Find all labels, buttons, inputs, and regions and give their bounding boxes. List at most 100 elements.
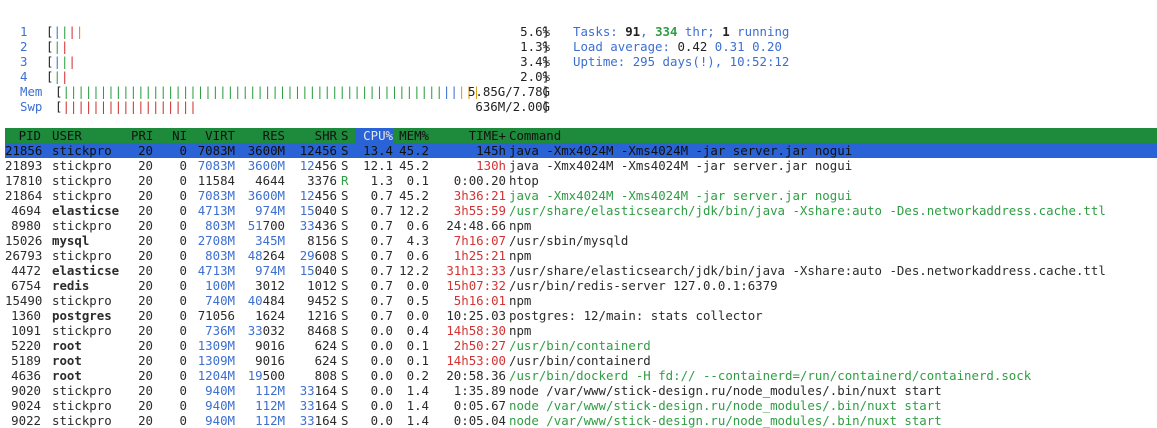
cell-cmd: npm [509, 248, 532, 263]
process-row[interactable]: 17810 stickpro 20 0 11584 4644 3376 R 1.3 0.1 0:00… [5, 173, 1157, 188]
cell-time: 10:25.03 [446, 308, 506, 323]
cell-mem: 0.5 [406, 293, 429, 308]
cell-cpu: 1.3 [370, 173, 393, 188]
col-res[interactable]: RES [243, 128, 285, 143]
cell-ni: 0 [179, 188, 187, 203]
cell-user: stickpro [52, 413, 112, 428]
cell-shr: 33164 [299, 383, 337, 398]
process-row[interactable]: 9020 stickpro 20 0 940M 112M 33164 S 0.0 1.4 1:35.… [5, 383, 1157, 398]
cell-shr: 33164 [299, 413, 337, 428]
cell-pri: 20 [138, 248, 153, 263]
mem-label: Mem [20, 84, 43, 99]
cell-res: 40484 [247, 293, 285, 308]
cell-cmd: node /var/www/stick-design.ru/node_modul… [509, 398, 942, 413]
cell-pid: 5189 [11, 353, 41, 368]
cell-mem: 45.2 [399, 158, 429, 173]
process-row[interactable]: 21856 stickpro 20 0 7083M 3600M 12456 S 13.4 45.2… [5, 143, 1157, 158]
cell-user: redis [52, 278, 90, 293]
process-row[interactable]: 8980 stickpro 20 0 803M 51700 33436 S 0.7 0.6 24:4… [5, 218, 1157, 233]
cell-res: 3600M [247, 143, 285, 158]
col-state[interactable]: S [341, 128, 348, 143]
cell-pri: 20 [138, 203, 153, 218]
process-row[interactable]: 6754 redis 20 0 100M 3012 1012 S 0.7 0.0 15h07:32/… [5, 278, 1157, 293]
cell-ni: 0 [179, 323, 187, 338]
cell-cpu: 0.7 [370, 293, 393, 308]
process-row[interactable]: 4694 elasticse 20 0 4713M 974M 15040 S 0.7 12.2 3h… [5, 203, 1157, 218]
cell-s: S [341, 368, 349, 383]
cpu-meter-4: 4 [|| 2.0%] [20, 69, 550, 84]
cell-pri: 20 [138, 323, 153, 338]
cell-cpu: 0.7 [370, 278, 393, 293]
cell-pri: 20 [138, 383, 153, 398]
cell-cpu: 0.0 [370, 353, 393, 368]
col-user[interactable]: USER [52, 128, 82, 143]
cell-shr: 9452 [307, 293, 337, 308]
cell-pri: 20 [138, 413, 153, 428]
load-average-line: Load average: 0.42 0.31 0.20 [573, 39, 782, 54]
cell-cmd: /usr/bin/dockerd -H fd:// --containerd=/… [509, 368, 1032, 383]
cell-time: 24:48.66 [446, 218, 506, 233]
cpu-bar: [|||| [46, 24, 84, 39]
col-time[interactable]: TIME+ [445, 128, 506, 143]
cell-cpu: 0.0 [370, 383, 393, 398]
cell-virt: 4713M [197, 203, 235, 218]
mem-bar: [|||||||||||||||||||||||||||||||||||||||… [55, 84, 481, 99]
cell-user: root [52, 338, 82, 353]
cell-res: 112M [255, 383, 285, 398]
cell-cpu: 12.1 [363, 158, 393, 173]
cell-mem: 0.1 [406, 173, 429, 188]
cell-s: S [341, 323, 349, 338]
process-row[interactable]: 1360 postgres 20 0 71056 1624 1216 S 0.7 0.0 10:25… [5, 308, 1157, 323]
swap-label: Swp [20, 99, 43, 114]
process-row[interactable]: 4636 root 20 0 1204M 19500 808 S 0.0 0.2 20:58.36/… [5, 368, 1157, 383]
col-virt[interactable]: VIRT [191, 128, 235, 143]
col-pri[interactable]: PRI [131, 128, 153, 143]
cell-mem: 1.4 [406, 398, 429, 413]
process-row[interactable]: 21864 stickpro 20 0 7083M 3600M 12456 S 0.7 45.2 3… [5, 188, 1157, 203]
process-row[interactable]: 15026 mysql 20 0 2708M 345M 8156 S 0.7 4.3 7h16:07… [5, 233, 1157, 248]
uptime-line: Uptime: 295 days(!), 10:52:12 [573, 54, 790, 69]
cell-pri: 20 [138, 188, 153, 203]
col-ni[interactable]: NI [171, 128, 187, 143]
cell-res: 3600M [247, 188, 285, 203]
cell-time: 0:00.20 [453, 173, 506, 188]
cell-ni: 0 [179, 338, 187, 353]
process-row[interactable]: 5220 root 20 0 1309M 9016 624 S 0.0 0.1 2h50:27/us… [5, 338, 1157, 353]
cell-pri: 20 [138, 173, 153, 188]
process-row[interactable]: 9024 stickpro 20 0 940M 112M 33164 S 0.0 1.4 0:05.… [5, 398, 1157, 413]
process-row[interactable]: 4472 elasticse 20 0 4713M 974M 15040 S 0.7 12.2 31… [5, 263, 1157, 278]
cell-ni: 0 [179, 263, 187, 278]
process-row[interactable]: 21893 stickpro 20 0 7083M 3600M 12456 S 12.1 45.2… [5, 158, 1157, 173]
cell-pri: 20 [138, 218, 153, 233]
cell-shr: 1216 [307, 308, 337, 323]
cell-cpu: 0.0 [370, 398, 393, 413]
cell-ni: 0 [179, 353, 187, 368]
cell-user: stickpro [52, 188, 112, 203]
cell-pri: 20 [138, 143, 153, 158]
cell-cpu: 0.7 [370, 188, 393, 203]
process-row[interactable]: 5189 root 20 0 1309M 9016 624 S 0.0 0.1 14h53:00/u… [5, 353, 1157, 368]
cell-mem: 0.0 [406, 278, 429, 293]
cell-cmd: htop [509, 173, 539, 188]
col-pid[interactable]: PID [5, 128, 41, 143]
tasks-line: Tasks: 91, 334 thr; 1 running [573, 24, 790, 39]
cell-mem: 0.6 [406, 218, 429, 233]
process-row[interactable]: 9022 stickpro 20 0 940M 112M 33164 S 0.0 1.4 0:05.… [5, 413, 1157, 428]
process-row[interactable]: 15490 stickpro 20 0 740M 40484 9452 S 0.7 0.5 5h16… [5, 293, 1157, 308]
cell-shr: 12456 [299, 188, 337, 203]
cell-mem: 0.4 [406, 323, 429, 338]
cell-virt: 803M [205, 218, 235, 233]
col-mem[interactable]: MEM% [397, 128, 429, 143]
cell-pid: 4694 [11, 203, 41, 218]
process-row[interactable]: 26793 stickpro 20 0 803M 48264 29608 S 0.7 0.6 1h2… [5, 248, 1157, 263]
process-row[interactable]: 1091 stickpro 20 0 736M 33032 8468 S 0.0 0.4 14h58… [5, 323, 1157, 338]
cell-ni: 0 [179, 368, 187, 383]
col-command[interactable]: Command [509, 128, 561, 143]
cell-s: S [341, 263, 349, 278]
cell-ni: 0 [179, 233, 187, 248]
cell-mem: 45.2 [399, 188, 429, 203]
col-shr[interactable]: SHR [291, 128, 337, 143]
cell-pid: 15026 [5, 233, 43, 248]
col-cpu[interactable]: CPU% [355, 128, 393, 143]
cell-pid: 9024 [11, 398, 41, 413]
